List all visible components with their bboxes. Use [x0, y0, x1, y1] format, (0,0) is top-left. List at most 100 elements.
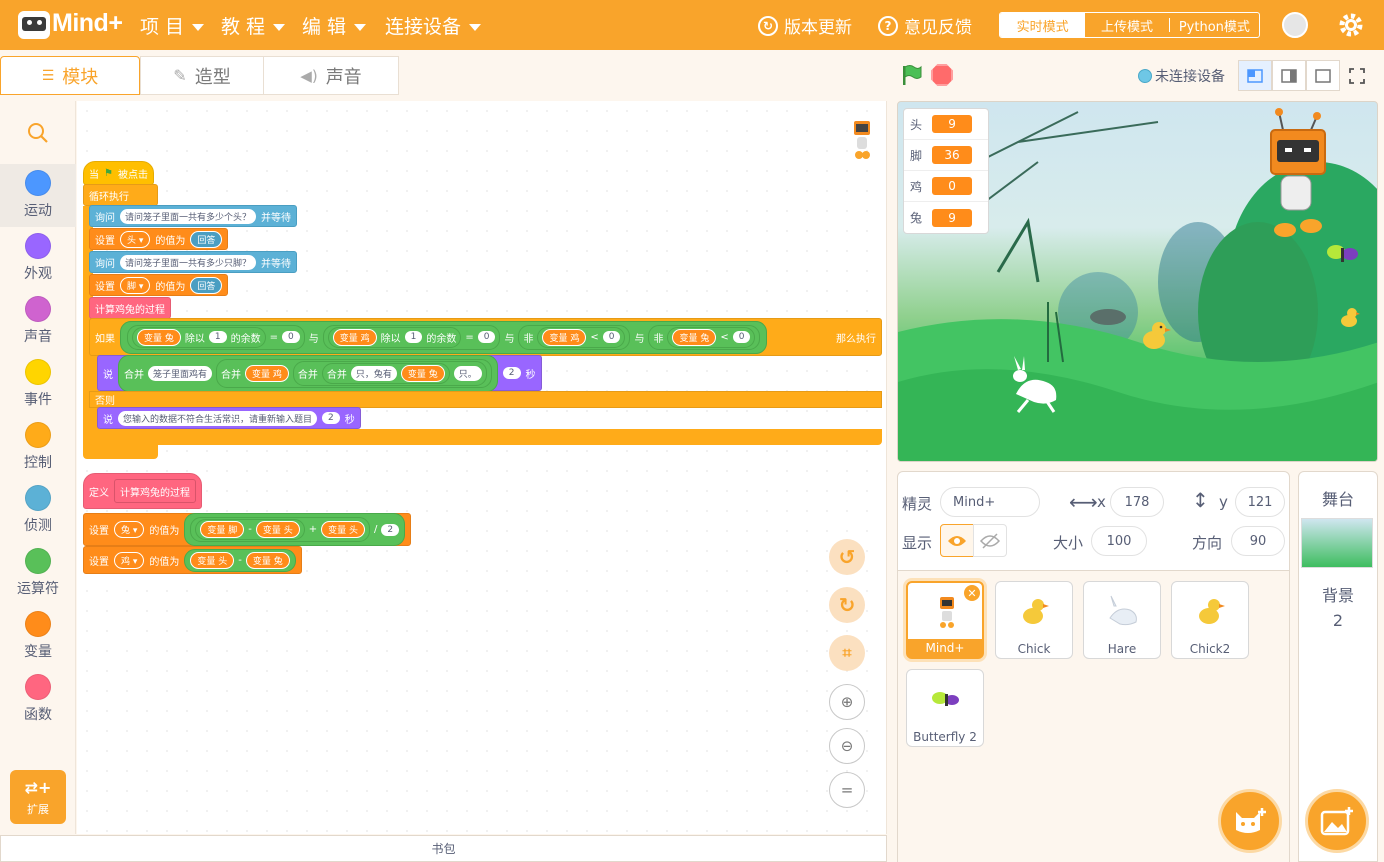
mode-upload[interactable]: 上传模式 [1085, 13, 1168, 37]
connection-status[interactable]: 未连接设备 [1138, 66, 1225, 86]
green-flag-button[interactable] [900, 64, 922, 86]
stop-button[interactable] [931, 64, 953, 86]
redo-icon: ↻ [838, 593, 856, 617]
ask-and-wait-block[interactable]: 询问 请问笼子里面一共有多少个头？ 并等待 [89, 205, 298, 227]
if-block-bottom [89, 429, 882, 445]
search-blocks-button[interactable] [0, 113, 76, 153]
menu-project[interactable]: 项 目 [140, 12, 205, 39]
variable-monitor[interactable]: 鸡0 [904, 171, 988, 202]
if-else-block[interactable]: 如果 变量 兔除以 1 的余数 = 0 与 变量 鸡除以 1 的余数 = 0 与 非 变量 … [89, 318, 882, 356]
add-sprite-button[interactable] [1218, 789, 1282, 853]
tab-blocks[interactable]: ☰ 模块 [0, 56, 140, 95]
sprite-direction-input[interactable]: 90 [1231, 526, 1285, 556]
hide-sprite-button[interactable] [973, 524, 1007, 557]
logo-text: Mind+ [52, 9, 123, 37]
gear-icon[interactable] [1338, 12, 1364, 38]
when-flag-clicked-block[interactable]: 当 ⚑ 被点击 [83, 161, 154, 185]
redo-button[interactable]: ↻ [829, 587, 865, 623]
mindplus-logo[interactable]: Mind+ [18, 9, 123, 43]
zoom-out-button[interactable]: ⊖ [829, 728, 865, 764]
set-variable-block[interactable]: 设置头 ▾ 的值为 回答 [89, 228, 229, 250]
variable-monitor[interactable]: 兔9 [904, 202, 988, 233]
normal-stage-button[interactable] [1272, 60, 1306, 91]
sprite-tile-butterfly2[interactable]: Butterfly 2 [906, 669, 984, 747]
variable-monitor[interactable]: 脚 36 [904, 140, 988, 171]
category-sound[interactable]: 声音 [0, 290, 76, 353]
stage[interactable]: 头9 脚 36 鸡0 兔9 [897, 101, 1378, 462]
fullscreen-button[interactable] [1340, 60, 1374, 91]
variable-monitor[interactable]: 头9 [904, 109, 988, 140]
undo-button[interactable]: ↺ [829, 539, 865, 575]
extension-button[interactable]: ⇄+ 扩展 [10, 770, 66, 824]
menu-connect-device[interactable]: 连接设备 [385, 12, 482, 39]
show-sprite-button[interactable] [940, 524, 974, 557]
category-functions[interactable]: 函数 [0, 668, 76, 731]
category-sensing[interactable]: 侦测 [0, 479, 76, 542]
variable-dropdown[interactable]: 兔 ▾ [114, 521, 145, 538]
sprite-tile-chick2[interactable]: Chick2 [1171, 581, 1249, 659]
mode-realtime[interactable]: 实时模式 [1000, 13, 1086, 37]
category-variables[interactable]: 变量 [0, 605, 76, 668]
zoom-out-icon: ⊖ [840, 737, 854, 755]
sprite-tile-mindplus[interactable]: ✕ Mind+ [906, 581, 984, 659]
hide-stage-icon [1315, 68, 1331, 83]
zoom-in-button[interactable]: ⊕ [829, 684, 865, 720]
join-operator: 合并 变量 鸡 合并 合并 只，兔有 变量 兔 只。 [216, 358, 492, 388]
set-variable-block[interactable]: 设置兔 ▾ 的值为 变量 脚 - 变量 头 + 变量 头 /2 [83, 513, 412, 546]
chick2-sprite[interactable] [1340, 305, 1360, 329]
category-control[interactable]: 控制 [0, 416, 76, 479]
sprite-size-input[interactable]: 100 [1091, 526, 1147, 556]
mode-switch: 实时模式 上传模式 Python模式 [999, 12, 1260, 38]
ask-and-wait-block[interactable]: 询问 请问笼子里面一共有多少只脚？ 并等待 [89, 251, 298, 273]
say-for-secs-block[interactable]: 说您输入的数据不符合生活常识，请重新输入题目 2 秒 [97, 407, 361, 429]
hare-sprite[interactable] [1006, 354, 1068, 414]
tab-sounds[interactable]: ◀) 声音 [263, 56, 399, 95]
delete-sprite-icon[interactable]: ✕ [964, 585, 980, 601]
stage-panel[interactable]: 舞台 背景 2 [1298, 471, 1378, 862]
mindplus-robot-sprite[interactable] [1267, 106, 1329, 240]
menu-edit[interactable]: 编 辑 [302, 12, 367, 39]
user-avatar[interactable] [1282, 12, 1308, 38]
eye-slash-icon [980, 532, 1000, 549]
variable-dropdown[interactable]: 脚 ▾ [120, 276, 151, 294]
backpack-bar[interactable]: 书包 [0, 835, 887, 862]
sprite-name-input[interactable]: Mind+ [940, 487, 1040, 517]
category-events[interactable]: 事件 [0, 353, 76, 416]
crop-button[interactable]: ⌗ [829, 635, 865, 671]
say-for-secs-block[interactable]: 说 合并 笼子里面鸡有 合并 变量 鸡 合并 合并 只，兔有 变量 兔 只。 2秒 [97, 354, 542, 392]
add-backdrop-button[interactable] [1305, 789, 1369, 853]
tab-costumes[interactable]: ✎ 造型 [140, 56, 264, 95]
category-operators[interactable]: 运算符 [0, 542, 76, 605]
version-update-link[interactable]: ↻ 版本更新 [758, 13, 852, 38]
crop-icon: ⌗ [842, 643, 852, 662]
forever-block-bottom [83, 445, 158, 459]
hide-stage-button[interactable] [1306, 60, 1340, 91]
backdrop-thumbnail[interactable] [1301, 518, 1373, 568]
small-stage-button[interactable] [1238, 60, 1272, 91]
forever-block[interactable]: 循环执行 [83, 184, 158, 206]
less-than-operator: 变量 鸡 <0 [537, 326, 626, 348]
chick-sprite[interactable] [1141, 318, 1171, 352]
variable-dropdown[interactable]: 头 ▾ [120, 230, 151, 248]
zoom-reset-button[interactable]: = [829, 772, 865, 808]
sprite-tile-chick[interactable]: Chick [995, 581, 1073, 659]
code-workspace[interactable]: 当 ⚑ 被点击 循环执行 询问 请问笼子里面一共有多少个头？ 并等待 设置头 ▾ 的值… [77, 101, 887, 834]
search-icon [28, 123, 48, 143]
define-function-block[interactable]: 定义 计算鸡兔的过程 [83, 473, 202, 509]
sprite-x-input[interactable]: 178 [1110, 487, 1164, 517]
set-variable-block[interactable]: 设置鸡 ▾ 的值为 变量 头 - 变量 兔 [83, 546, 302, 574]
mode-python[interactable]: Python模式 [1170, 13, 1259, 37]
sprite-tile-hare[interactable]: Hare [1083, 581, 1161, 659]
menu-tutorial[interactable]: 教 程 [221, 12, 286, 39]
category-dot [25, 296, 51, 322]
set-variable-block[interactable]: 设置脚 ▾ 的值为 回答 [89, 274, 229, 296]
sprite-y-input[interactable]: 121 [1235, 487, 1285, 517]
join-operator: 合并 笼子里面鸡有 合并 变量 鸡 合并 合并 只，兔有 变量 兔 只。 [118, 354, 498, 392]
caret-down-icon [273, 23, 286, 31]
butterfly-sprite[interactable] [1326, 242, 1362, 268]
variable-dropdown[interactable]: 鸡 ▾ [114, 551, 145, 569]
category-looks[interactable]: 外观 [0, 227, 76, 290]
feedback-link[interactable]: ? 意见反馈 [878, 13, 972, 38]
category-motion[interactable]: 运动 [0, 164, 76, 227]
call-function-block[interactable]: 计算鸡兔的过程 [89, 297, 171, 319]
